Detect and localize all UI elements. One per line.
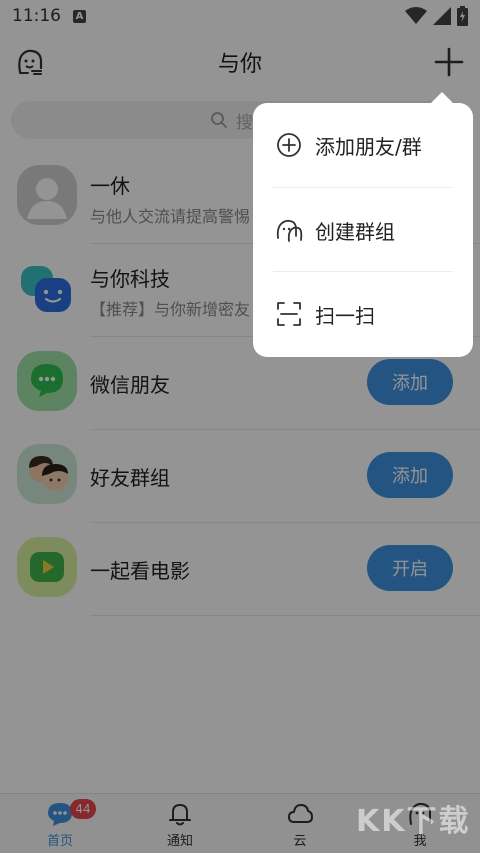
group-icon bbox=[276, 219, 303, 242]
menu-item-label: 扫一扫 bbox=[315, 303, 375, 328]
menu-item-label: 创建群组 bbox=[315, 219, 395, 244]
app-screen: 11:16 A 与你 搜索 bbox=[0, 0, 480, 853]
menu-item-scan[interactable]: 扫一扫 bbox=[253, 272, 473, 356]
menu-item-label: 添加朋友/群 bbox=[315, 134, 422, 159]
scan-icon bbox=[277, 302, 301, 326]
watermark-logo: KK下载 bbox=[356, 804, 471, 839]
menu-item-create-group[interactable]: 创建群组 bbox=[253, 188, 473, 272]
add-popup-menu: 添加朋友/群 创建群组 扫一扫 bbox=[253, 103, 473, 357]
add-circle-icon bbox=[277, 133, 301, 157]
menu-item-add-friend[interactable]: 添加朋友/群 bbox=[253, 103, 473, 187]
